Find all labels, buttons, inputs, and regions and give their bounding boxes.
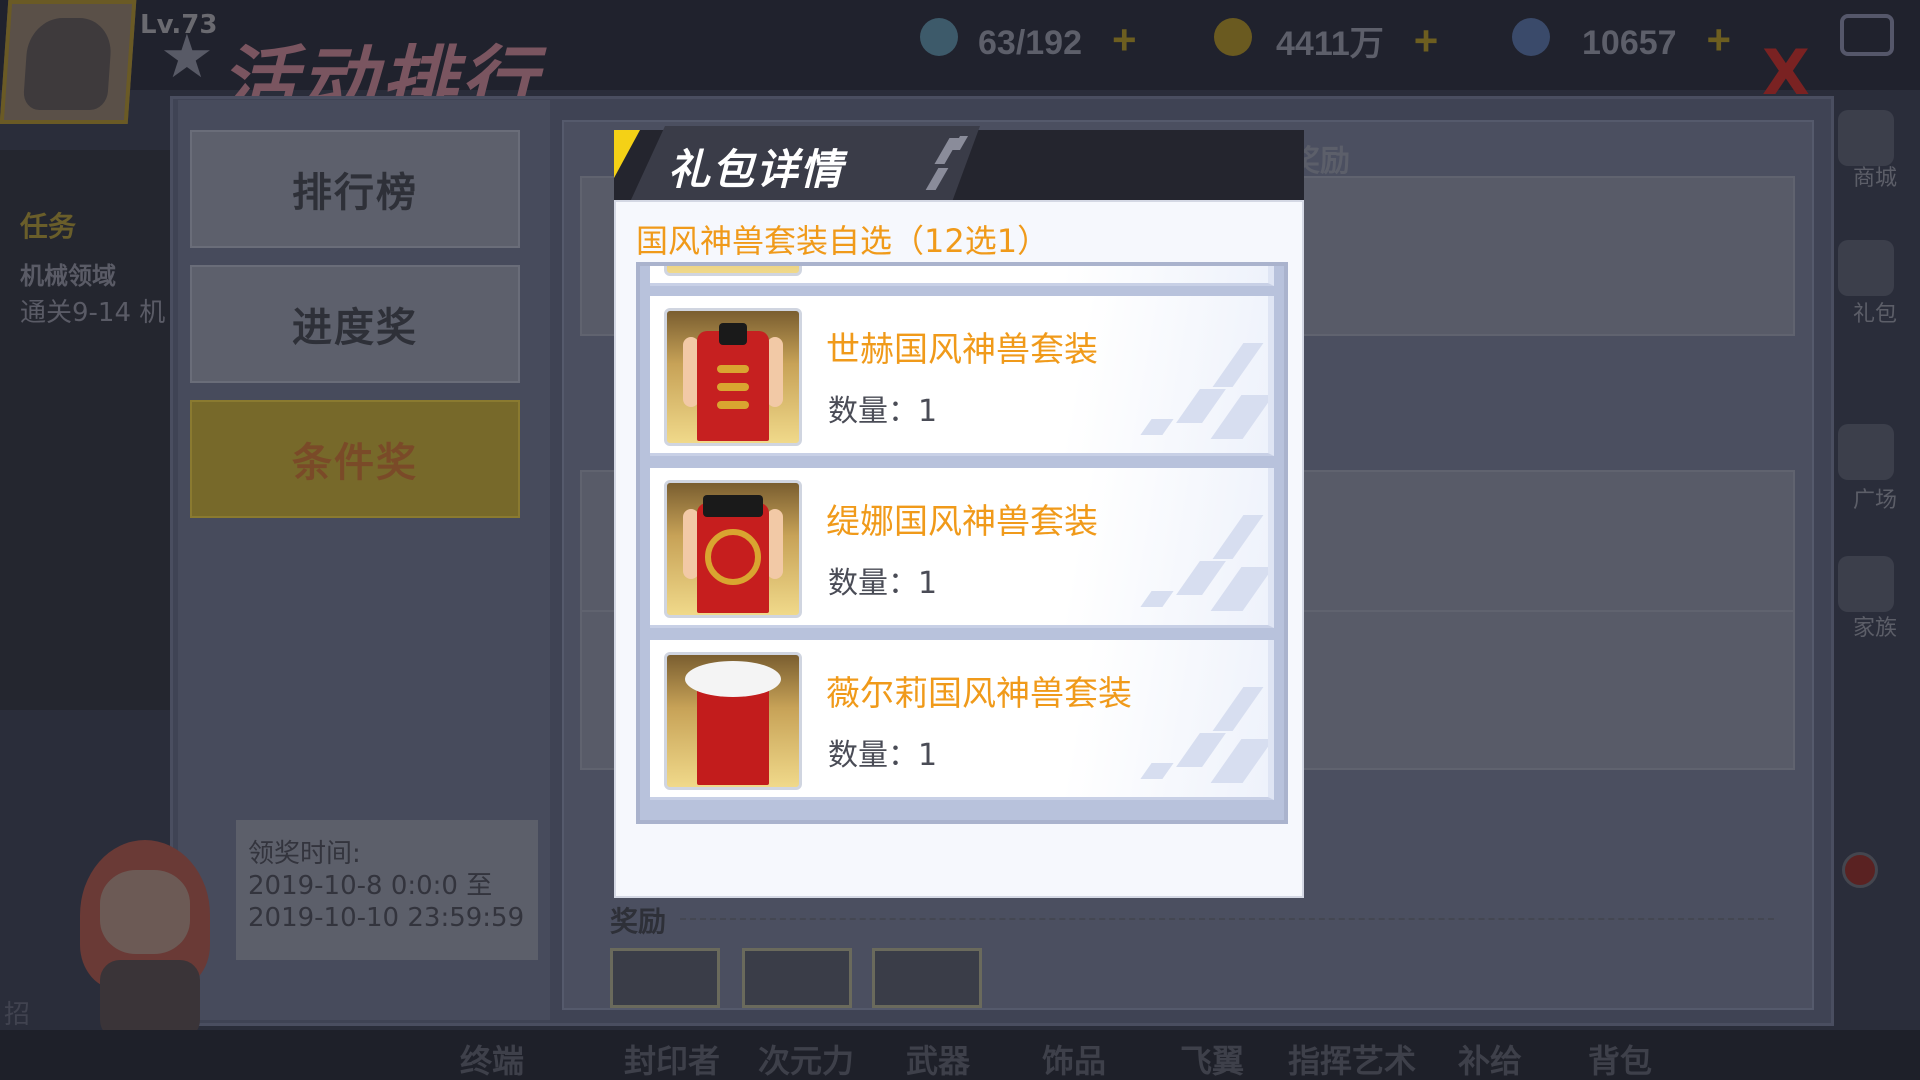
tab-condition-reward[interactable]: 条件奖 (190, 400, 520, 518)
nav-command-art[interactable]: 指挥艺术 (1288, 1036, 1416, 1080)
task-area: 机械领域 (20, 262, 116, 290)
outfit-collar (703, 495, 763, 517)
add-gold-button[interactable]: + (1414, 17, 1439, 64)
outfit-icon (664, 266, 802, 276)
gift-item-list[interactable]: 世赫国风神兽套装 数量：1 缇娜国风神兽套装 数量：1 薇尔莉国风神兽套装 数量… (636, 262, 1288, 824)
outfit-collar (719, 323, 747, 345)
card-decoration (1138, 505, 1268, 615)
chat-text: 招 (4, 1000, 31, 1030)
list-item[interactable]: 世赫国风神兽套装 数量：1 (650, 296, 1274, 456)
tab-leaderboard[interactable]: 排行榜 (190, 130, 520, 248)
red-dragon-qipao-outfit-icon (664, 480, 802, 618)
nav-accessory[interactable]: 饰品 (1042, 1036, 1106, 1080)
outfit-figure (683, 489, 783, 613)
gold-coin-icon (1214, 18, 1252, 56)
item-quantity: 数量：1 (828, 386, 937, 430)
popup-title: 礼包详情 (668, 145, 845, 194)
nav-dimension-power[interactable]: 次元力 (758, 1036, 854, 1080)
camera-icon[interactable] (1840, 14, 1894, 56)
red-fur-collar-qipao-outfit-icon (664, 652, 802, 790)
nav-wings[interactable]: 飞翼 (1180, 1036, 1244, 1080)
item-quantity: 数量：1 (828, 558, 937, 602)
card-decoration (1138, 333, 1268, 443)
outfit-button (717, 401, 749, 409)
item-name: 薇尔莉国风神兽套装 (826, 674, 1132, 714)
shop-icon[interactable] (1838, 110, 1894, 166)
reward-item-thumb[interactable] (610, 948, 720, 1008)
outfit-figure (683, 317, 783, 441)
player-avatar[interactable] (0, 0, 137, 124)
divider (680, 918, 1774, 920)
outfit-figure (683, 661, 783, 785)
nav-weapon[interactable]: 武器 (906, 1036, 970, 1080)
family-label: 家族 (1852, 616, 1897, 641)
energy-icon (920, 18, 958, 56)
task-label[interactable]: 任务 (20, 205, 76, 245)
item-name: 缇娜国风神兽套装 (826, 502, 1098, 542)
dragon-emblem (705, 529, 761, 585)
card-decoration (1138, 677, 1268, 787)
chibi-character (70, 840, 220, 1040)
bottom-nav: 终端 封印者 次元力 武器 饰品 飞翼 指挥艺术 补给 背包 (0, 1030, 1920, 1080)
quantity-value: 1 (918, 738, 938, 773)
outfit-fur-collar (685, 661, 781, 697)
claim-time-start: 2019-10-8 0:0:0 至 (248, 871, 493, 901)
quantity-value: 1 (918, 394, 938, 429)
energy-counter: 63/192 + (978, 16, 1137, 63)
reward-label: 奖励 (610, 905, 667, 938)
gold-value: 4411万 (1276, 25, 1384, 63)
record-icon[interactable] (1842, 852, 1878, 888)
nav-sealer[interactable]: 封印者 (624, 1036, 720, 1080)
claim-time-end: 2019-10-10 23:59:59 (248, 903, 525, 933)
quantity-value: 1 (918, 566, 938, 601)
red-sleeveless-qipao-outfit-icon (664, 308, 802, 446)
nav-backpack[interactable]: 背包 (1588, 1036, 1652, 1080)
nav-terminal[interactable]: 终端 (460, 1036, 524, 1080)
quantity-label: 数量： (828, 566, 918, 601)
outfit-button (717, 365, 749, 373)
nav-supply[interactable]: 补给 (1458, 1036, 1522, 1080)
header-accent (614, 130, 640, 178)
outfit-button (717, 383, 749, 391)
reward-item-thumb[interactable] (872, 948, 982, 1008)
energy-value: 63/192 (978, 24, 1082, 62)
quantity-label: 数量： (828, 738, 918, 773)
reward-item-thumb[interactable] (742, 948, 852, 1008)
task-stage: 通关9-14 机 (20, 298, 166, 328)
chibi-body (100, 960, 200, 1040)
plaza-icon[interactable] (1838, 424, 1894, 480)
gift-label: 礼包 (1852, 302, 1897, 327)
list-item[interactable] (650, 266, 1274, 286)
outfit-arm (767, 509, 783, 579)
avatar-face (22, 18, 114, 110)
gold-counter: 4411万 + (1276, 16, 1438, 64)
diamond-value: 10657 (1582, 24, 1677, 62)
diamond-counter: 10657 + (1582, 16, 1732, 63)
claim-time-box: 领奖时间: 2019-10-8 0:0:0 至 2019-10-10 23:59… (236, 820, 538, 960)
plaza-label: 广场 (1852, 488, 1897, 513)
list-item[interactable]: 缇娜国风神兽套装 数量：1 (650, 468, 1274, 628)
popup-subtitle: 国风神兽套装自选（12选1） (636, 222, 1050, 260)
list-item[interactable]: 薇尔莉国风神兽套装 数量：1 (650, 640, 1274, 800)
gift-icon[interactable] (1838, 240, 1894, 296)
diamond-icon (1512, 18, 1550, 56)
add-energy-button[interactable]: + (1112, 16, 1137, 63)
star-icon: ★ (160, 22, 214, 92)
chibi-face (100, 870, 190, 954)
item-quantity: 数量：1 (828, 730, 937, 774)
slash-decoration (925, 132, 978, 198)
shop-label: 商城 (1852, 166, 1897, 191)
item-name: 世赫国风神兽套装 (826, 330, 1098, 370)
add-diamond-button[interactable]: + (1707, 16, 1732, 63)
quantity-label: 数量： (828, 394, 918, 429)
claim-time-label: 领奖时间: (248, 839, 361, 869)
family-icon[interactable] (1838, 556, 1894, 612)
outfit-arm (767, 337, 783, 407)
top-bar: Lv.73 ★ 活动排行 63/192 + 4411万 + 10657 + (0, 0, 1920, 126)
tab-progress-reward[interactable]: 进度奖 (190, 265, 520, 383)
